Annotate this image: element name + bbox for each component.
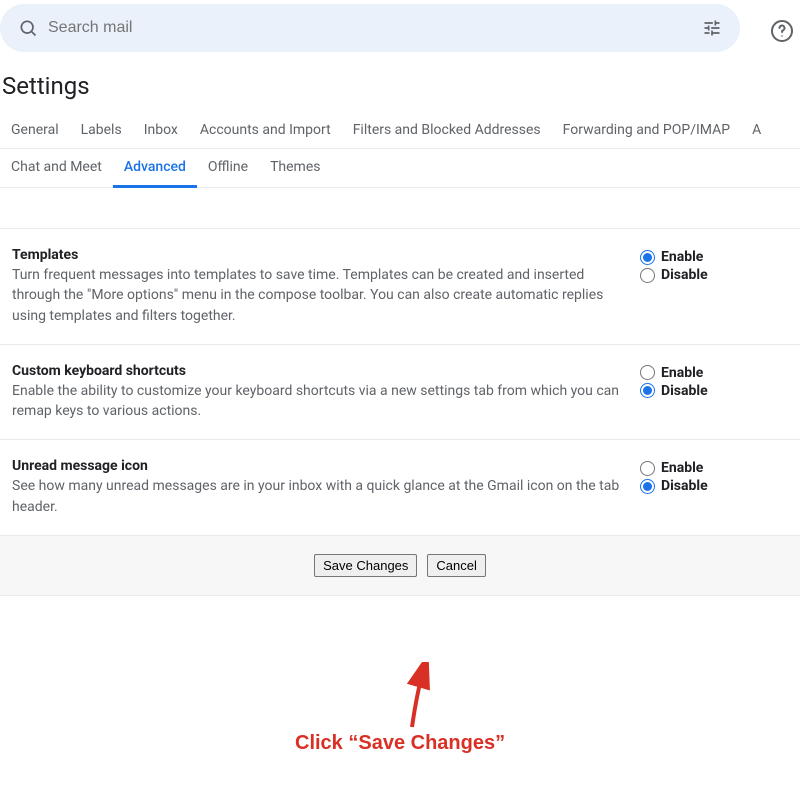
section-title: Custom keyboard shortcuts <box>12 363 628 379</box>
settings-tabs: General Labels Inbox Accounts and Import… <box>0 112 800 149</box>
section-text: Enable the ability to customize your key… <box>12 381 628 422</box>
tune-icon[interactable] <box>692 8 732 48</box>
section-title: Templates <box>12 247 628 263</box>
disable-label[interactable]: Disable <box>661 267 708 283</box>
page-title: Settings <box>2 72 800 100</box>
help-icon[interactable] <box>770 19 794 43</box>
section-text: See how many unread messages are in your… <box>12 476 628 517</box>
cancel-button[interactable]: Cancel <box>427 554 485 577</box>
section-text: Turn frequent messages into templates to… <box>12 265 628 326</box>
tab-accounts[interactable]: Accounts and Import <box>189 112 342 148</box>
enable-label[interactable]: Enable <box>661 460 703 476</box>
radio-unread-disable[interactable] <box>640 479 655 494</box>
disable-label[interactable]: Disable <box>661 383 708 399</box>
tab-chat-meet[interactable]: Chat and Meet <box>0 149 113 187</box>
annotation-text: Click “Save Changes” <box>295 732 505 755</box>
save-button[interactable]: Save Changes <box>314 554 417 577</box>
section-unread-icon: Unread message icon See how many unread … <box>0 440 800 536</box>
tab-general[interactable]: General <box>0 112 70 148</box>
radio-shortcuts-enable[interactable] <box>640 365 655 380</box>
enable-label[interactable]: Enable <box>661 249 703 265</box>
radio-templates-enable[interactable] <box>640 250 655 265</box>
tab-advanced[interactable]: Advanced <box>113 149 197 188</box>
tab-addons-partial[interactable]: A <box>741 112 772 148</box>
tab-forwarding[interactable]: Forwarding and POP/IMAP <box>552 112 741 148</box>
section-templates: Templates Turn frequent messages into te… <box>0 228 800 345</box>
button-row: Save Changes Cancel <box>0 536 800 596</box>
tab-labels[interactable]: Labels <box>70 112 133 148</box>
disable-label[interactable]: Disable <box>661 478 708 494</box>
tab-filters[interactable]: Filters and Blocked Addresses <box>342 112 552 148</box>
settings-tabs-row2: Chat and Meet Advanced Offline Themes <box>0 149 800 188</box>
enable-label[interactable]: Enable <box>661 365 703 381</box>
search-bar[interactable] <box>0 4 740 52</box>
annotation-arrow <box>402 662 442 732</box>
search-icon <box>8 8 48 48</box>
radio-shortcuts-disable[interactable] <box>640 383 655 398</box>
section-title: Unread message icon <box>12 458 628 474</box>
search-input[interactable] <box>48 19 692 37</box>
tab-offline[interactable]: Offline <box>197 149 259 187</box>
radio-templates-disable[interactable] <box>640 268 655 283</box>
tab-inbox[interactable]: Inbox <box>133 112 189 148</box>
section-keyboard-shortcuts: Custom keyboard shortcuts Enable the abi… <box>0 345 800 441</box>
tab-themes[interactable]: Themes <box>259 149 331 187</box>
radio-unread-enable[interactable] <box>640 461 655 476</box>
